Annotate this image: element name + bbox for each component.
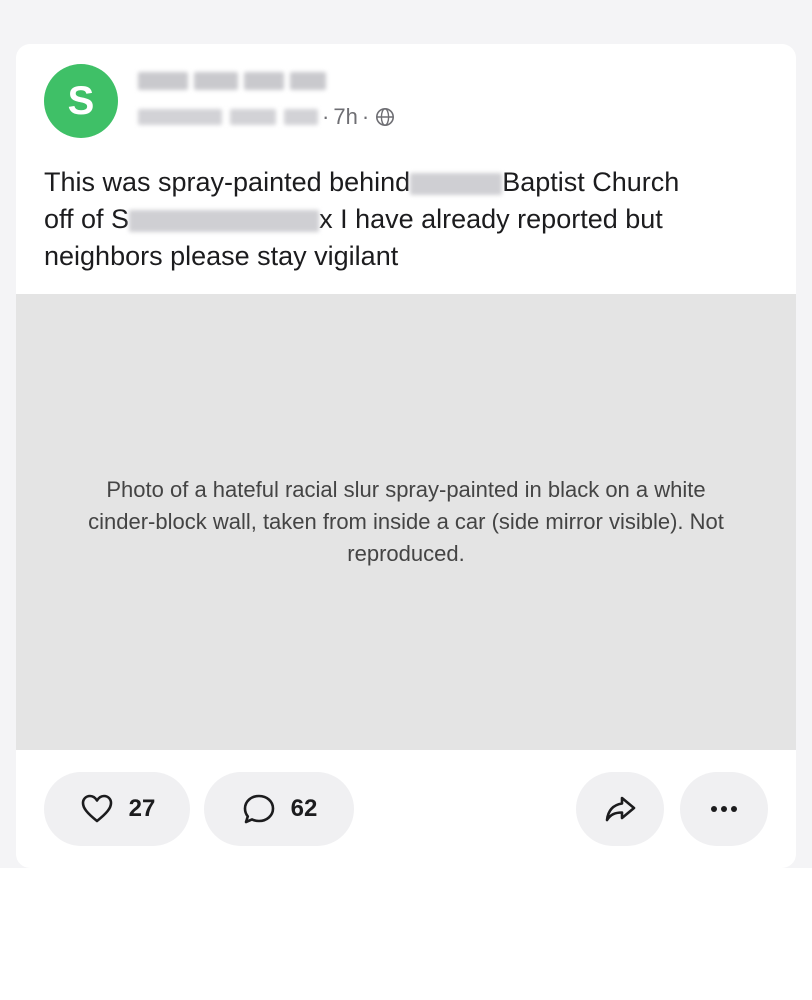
comment-bubble-icon [243, 794, 274, 824]
author-meta: · 7h · [138, 72, 395, 130]
comment-button[interactable]: 62 [204, 772, 354, 846]
post-time: 7h [333, 104, 358, 129]
post-text-part: Baptist Church [502, 167, 680, 197]
share-arrow-icon [605, 796, 636, 822]
image-placeholder: Photo of a hateful racial slur spray-pai… [16, 294, 796, 750]
redaction [138, 109, 222, 125]
avatar[interactable]: S [44, 64, 118, 138]
redaction [230, 109, 276, 125]
more-dots-icon [711, 806, 737, 812]
like-button[interactable]: 27 [44, 772, 190, 846]
post-header: S · 7h · [44, 64, 395, 138]
post-card: S · 7h · This was spray-painted behind B… [16, 44, 796, 868]
more-options-button[interactable] [680, 772, 768, 846]
post-text-part: off of S [44, 204, 130, 234]
post-photo[interactable]: Photo of a hateful racial slur spray-pai… [16, 294, 796, 750]
redaction [129, 209, 320, 232]
post-text-part: This was spray-painted behind [44, 167, 411, 197]
redaction [194, 72, 238, 90]
meta-separator: · [322, 104, 330, 129]
page-background [0, 868, 812, 1000]
post-body: This was spray-painted behind Baptist Chu… [44, 164, 768, 275]
comment-count: 62 [290, 795, 318, 822]
post-actions: 27 62 [44, 772, 768, 846]
post-text-part: x I have already reported but [319, 204, 663, 234]
post-text-part: neighbors please stay vigilant [44, 241, 399, 271]
author-name-redacted[interactable] [138, 72, 395, 90]
like-count: 27 [128, 795, 156, 822]
post-subline: · 7h · [138, 104, 395, 130]
redaction [410, 172, 503, 195]
meta-separator: · [361, 104, 370, 129]
heart-icon [81, 794, 112, 823]
redaction [138, 72, 188, 90]
redaction [290, 72, 326, 90]
redaction [244, 72, 284, 90]
share-button[interactable] [576, 772, 664, 846]
redaction [284, 109, 318, 125]
globe-icon [376, 108, 395, 126]
